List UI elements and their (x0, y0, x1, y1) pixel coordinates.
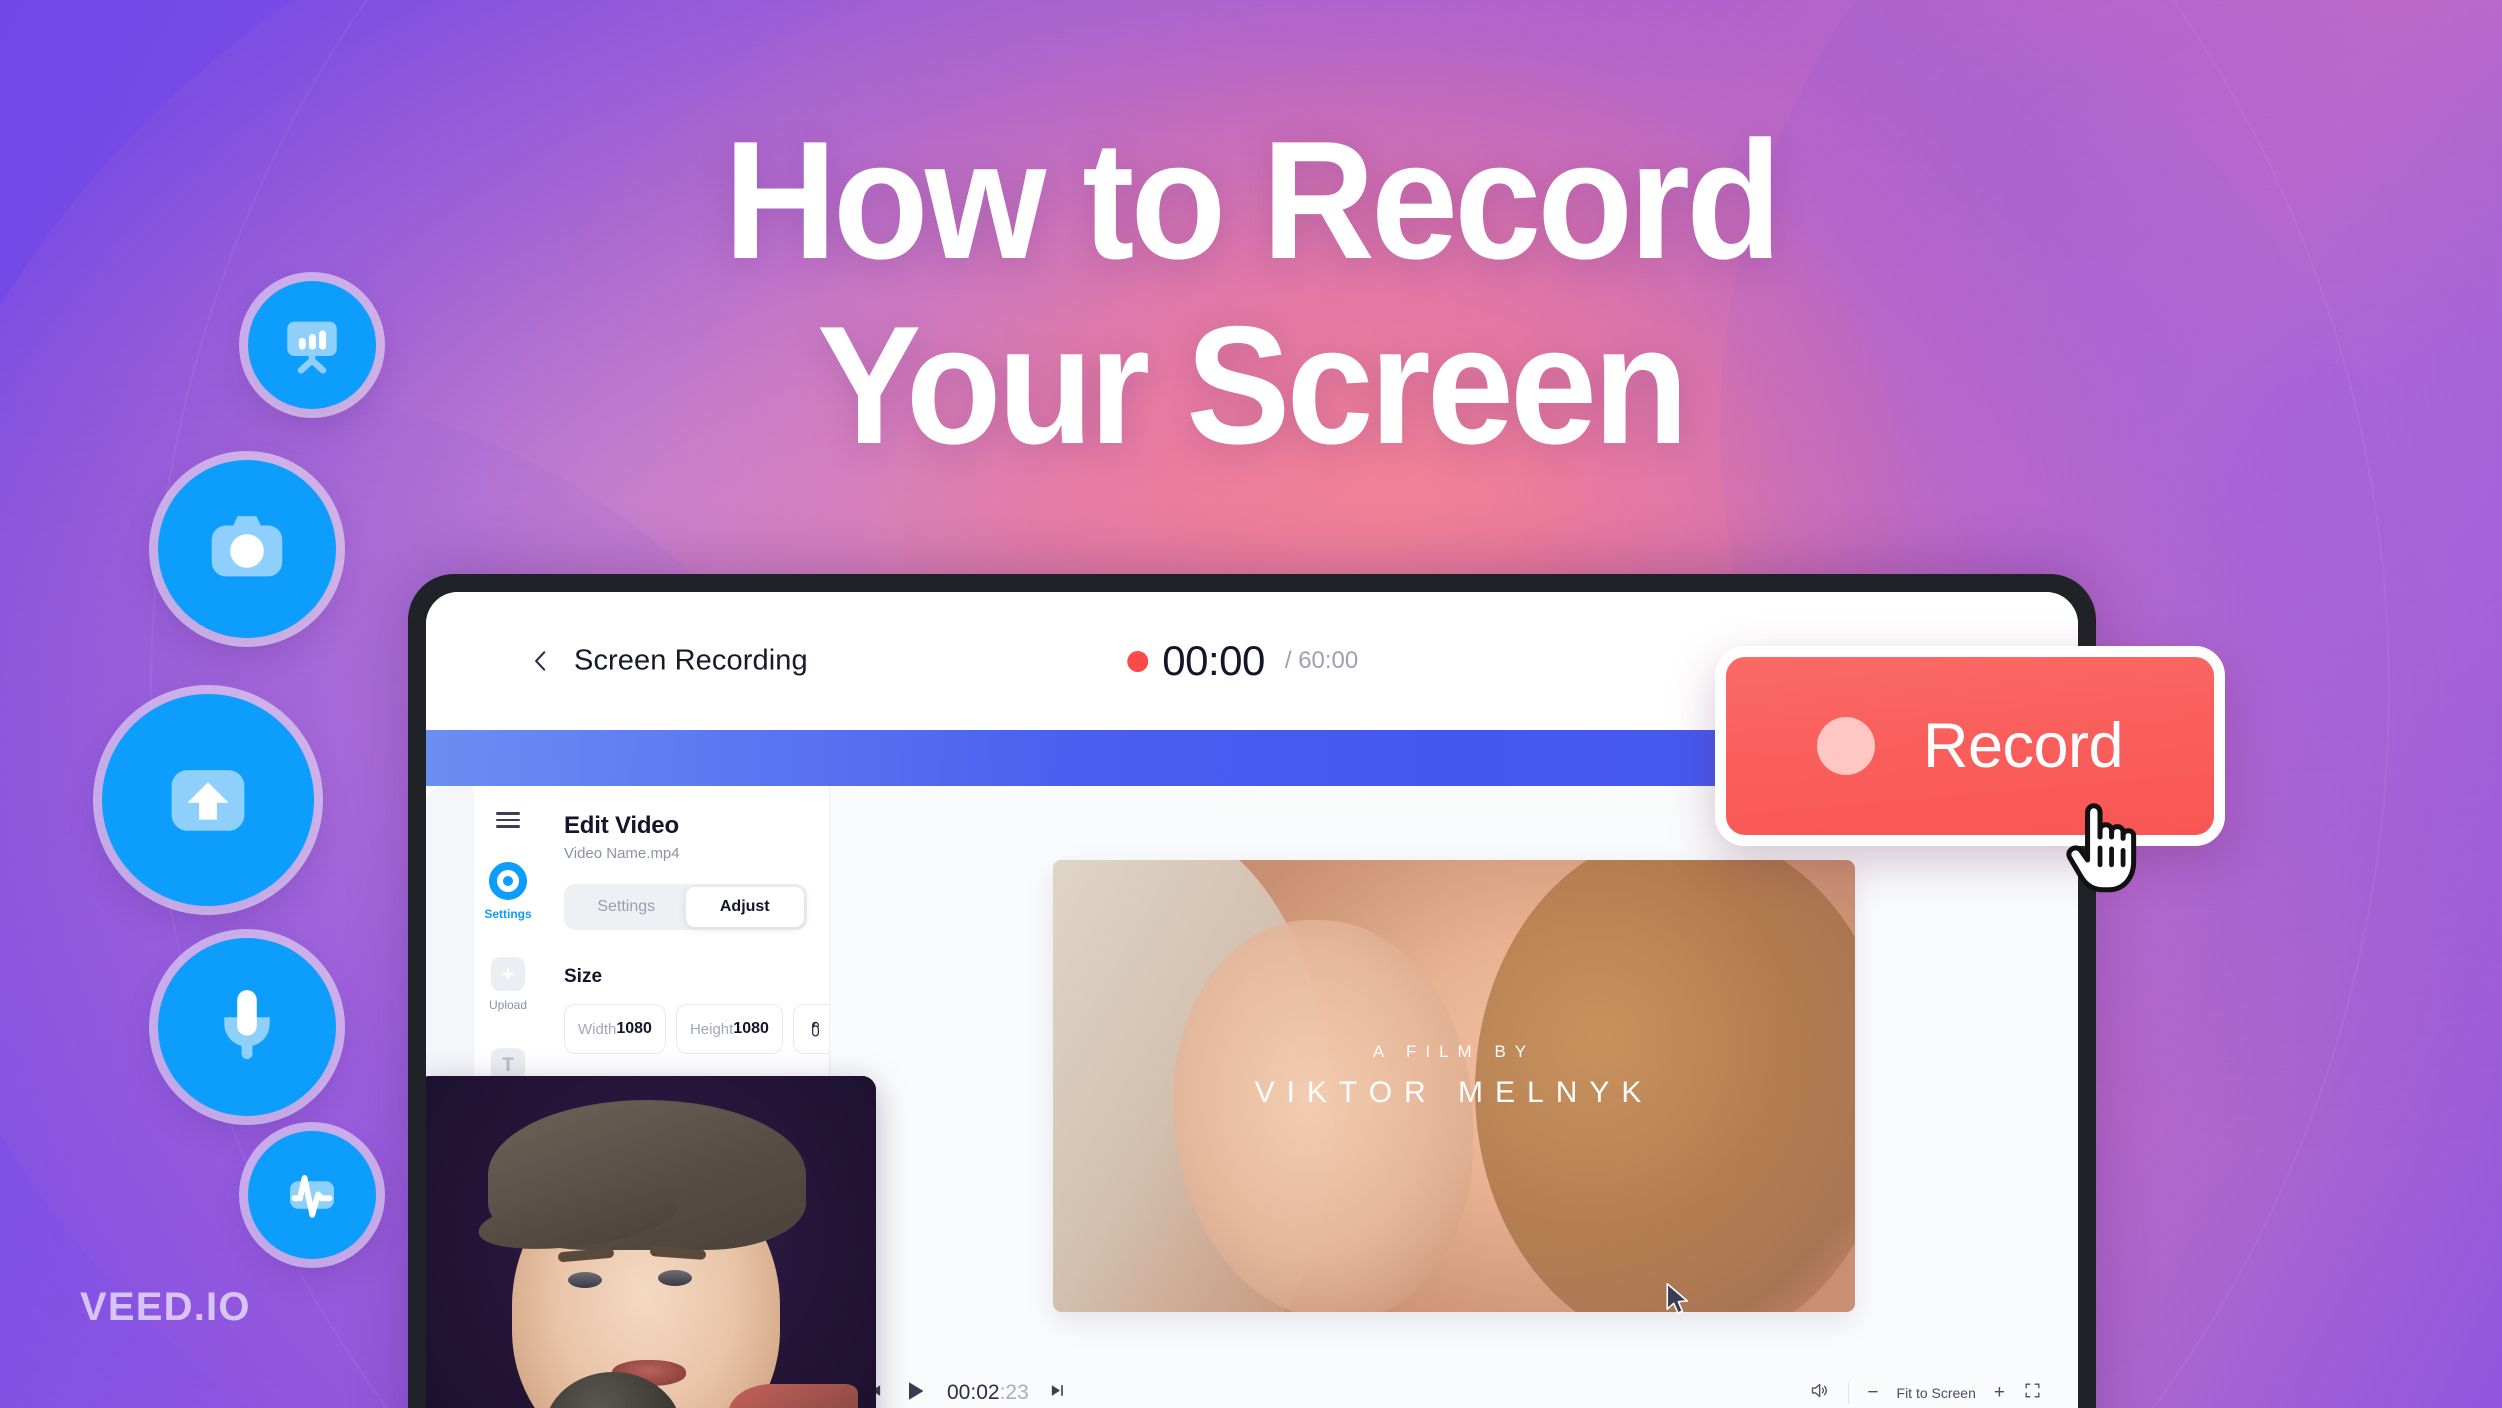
sidebar-item-settings[interactable]: Settings (484, 862, 532, 921)
presentation-chart-icon (279, 312, 345, 378)
fit-to-screen-label[interactable]: Fit to Screen (1897, 1385, 1976, 1401)
app-header-title: Screen Recording (574, 644, 808, 677)
fullscreen-icon[interactable] (2023, 1381, 2042, 1405)
app-workspace: Settings + Upload T Text Edit Video Vide… (426, 786, 2078, 1408)
headline-line-1: How to Record (723, 106, 1782, 294)
play-icon[interactable] (903, 1379, 927, 1408)
record-button[interactable]: Record (1715, 646, 2225, 846)
sidebar-item-upload-label: Upload (488, 998, 528, 1012)
record-button-label: Record (1922, 711, 2124, 781)
record-dot-icon (1816, 717, 1875, 775)
timer-elapsed: 00:00 (1162, 637, 1265, 684)
size-section-label: Size (564, 966, 603, 987)
settings-ring-icon (489, 862, 527, 900)
edit-panel-filename: Video Name.mp4 (564, 845, 680, 862)
record-dot-icon (1127, 650, 1149, 672)
volume-on-icon[interactable] (1809, 1380, 1830, 1406)
arrow-cursor-icon (1665, 1282, 1691, 1321)
hamburger-menu-icon[interactable] (496, 812, 520, 828)
video-preview-area: A FILM BY VIKTOR MELNYK 00:02:23 − Fit t… (830, 786, 2078, 1408)
preview-stage: A FILM BY VIKTOR MELNYK (830, 786, 2078, 1364)
size-fields: Width 1080 Height 1080 (564, 1004, 839, 1054)
skip-next-icon[interactable] (1049, 1382, 1066, 1404)
width-field-value: 1080 (616, 1020, 652, 1037)
timer-limit: / 60:00 (1284, 647, 1359, 674)
height-field-label: Height (689, 1020, 734, 1038)
microphone-icon (200, 980, 294, 1074)
poster-headline: How to Record Your Screen (88, 116, 2415, 479)
view-controls: − Fit to Screen + (1809, 1380, 2042, 1406)
plus-icon: + (491, 957, 525, 991)
upload-arrow-icon (152, 744, 264, 856)
rail-item-upload[interactable] (102, 694, 314, 906)
rail-item-microphone[interactable] (158, 938, 336, 1116)
edit-panel-title: Edit Video (564, 812, 679, 839)
rail-item-presentation[interactable] (248, 281, 376, 409)
tab-adjust[interactable]: Adjust (685, 887, 804, 927)
rail-item-camera[interactable] (158, 460, 336, 638)
video-canvas[interactable]: A FILM BY VIKTOR MELNYK (1053, 860, 1855, 1312)
transport-controls: 00:02:23 (866, 1379, 1066, 1408)
pointing-hand-cursor-icon (2060, 800, 2142, 901)
controls-divider (1848, 1382, 1850, 1404)
waveform-pulse-icon (279, 1162, 345, 1228)
height-field[interactable]: Height 1080 (675, 1004, 783, 1054)
chevron-left-icon[interactable] (528, 648, 554, 674)
zoom-in-button[interactable]: + (1994, 1382, 2005, 1404)
current-time: 00:02:23 (947, 1381, 1029, 1404)
headline-line-2: Your Screen (817, 290, 1689, 479)
camera-icon (200, 502, 294, 596)
rail-item-waveform[interactable] (248, 1131, 376, 1259)
video-text-overlay: A FILM BY VIKTOR MELNYK (1053, 1042, 1855, 1110)
sidebar-item-upload[interactable]: + Upload (489, 957, 527, 1012)
zoom-out-button[interactable]: − (1867, 1382, 1878, 1404)
player-controls: 00:02:23 − Fit to Screen + (830, 1364, 2078, 1408)
width-field[interactable]: Width 1080 (564, 1004, 666, 1054)
sidebar-item-settings-label: Settings (484, 907, 532, 921)
recording-timer: 00:00 / 60:00 (1127, 637, 1358, 685)
overlay-line-1: A FILM BY (1372, 1042, 1536, 1061)
tab-settings[interactable]: Settings (567, 887, 686, 927)
width-field-label: Width (578, 1020, 617, 1038)
overlay-line-2: VIKTOR MELNYK (1254, 1076, 1654, 1109)
veed-logo: VEED.IO (80, 1285, 251, 1329)
height-field-value: 1080 (733, 1020, 769, 1037)
webcam-overlay[interactable] (426, 1076, 876, 1408)
edit-panel-tabs: Settings Adjust (564, 884, 807, 930)
